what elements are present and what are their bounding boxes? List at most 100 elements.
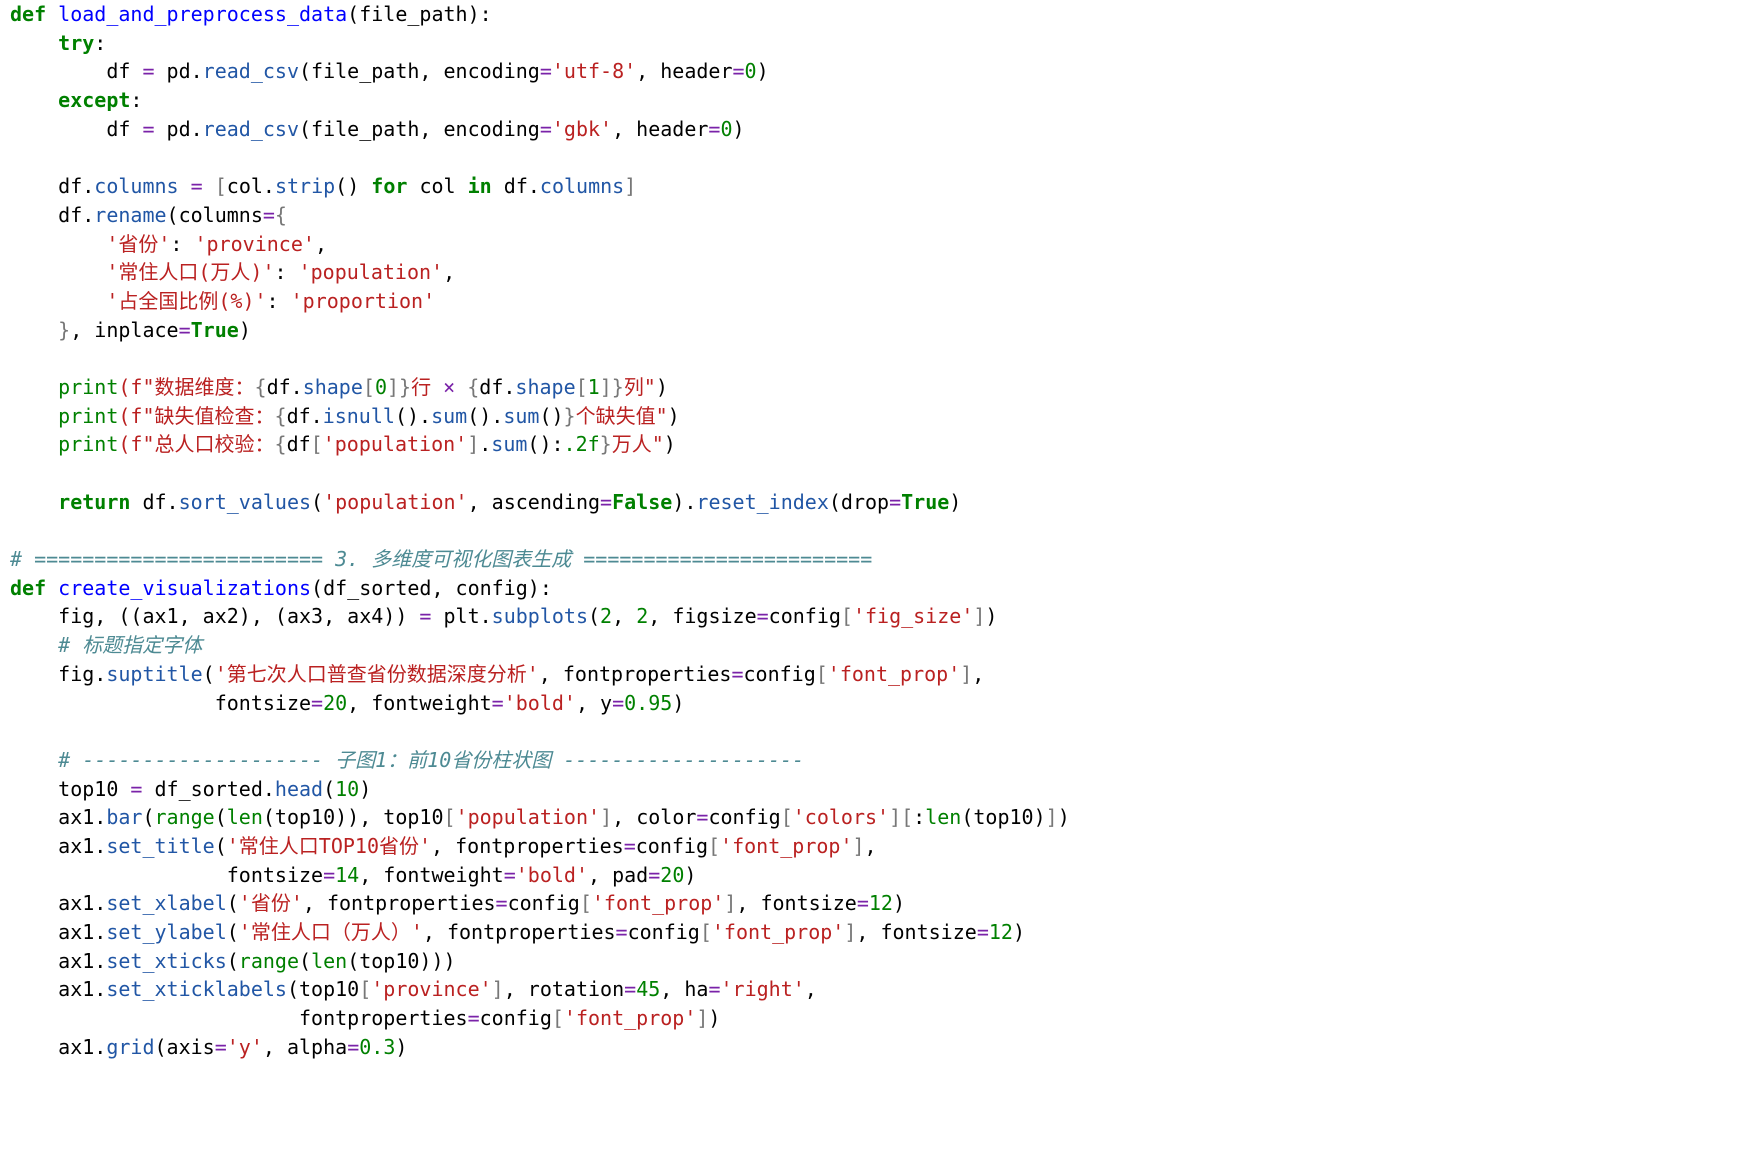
code-token: len bbox=[226, 805, 263, 830]
code-token: (). bbox=[467, 403, 504, 428]
code-token: = bbox=[976, 920, 989, 944]
code-token: sum bbox=[431, 403, 468, 428]
code-token: = bbox=[732, 59, 745, 84]
code-token: df. bbox=[491, 174, 540, 199]
code-line: df.columns = [col.strip() for col in df.… bbox=[10, 172, 1730, 201]
code-token: ( bbox=[311, 489, 324, 514]
code-token: df bbox=[10, 116, 143, 141]
code-token: ) bbox=[667, 403, 680, 428]
code-token: (file_path): bbox=[347, 2, 492, 26]
code-token: top10 bbox=[10, 776, 131, 801]
code-token: , fontproperties bbox=[431, 833, 624, 858]
code-token: (): bbox=[527, 432, 564, 457]
code-token: ) bbox=[672, 690, 685, 715]
code-token: ( bbox=[226, 891, 239, 916]
code-token: } bbox=[563, 403, 576, 428]
code-token: [ bbox=[579, 891, 592, 916]
code-token: head bbox=[274, 776, 324, 801]
code-token: , bbox=[612, 604, 637, 629]
code-token: ) bbox=[663, 432, 676, 457]
code-line: ax1.grid(axis='y', alpha=0.3) bbox=[10, 1033, 1730, 1062]
code-token: = bbox=[503, 862, 516, 887]
code-token: = bbox=[262, 202, 275, 227]
code-token: , y bbox=[575, 690, 613, 715]
code-token: shape bbox=[302, 374, 363, 399]
code-line: top10 = df_sorted.head(10) bbox=[10, 775, 1730, 804]
code-token: fontproperties bbox=[10, 1006, 468, 1031]
code-token: 0 bbox=[744, 59, 757, 84]
code-token: df. bbox=[130, 489, 179, 514]
code-token: : bbox=[130, 88, 143, 113]
code-line: '占全国比例(%)': 'proportion' bbox=[10, 287, 1730, 316]
code-token: 20 bbox=[660, 862, 685, 887]
code-token: = bbox=[495, 891, 508, 916]
code-token: ax1. bbox=[10, 805, 107, 830]
code-token: = bbox=[731, 661, 744, 686]
code-token: (top10))) bbox=[347, 948, 456, 973]
code-token: False bbox=[612, 489, 673, 514]
code-token: col. bbox=[226, 174, 275, 199]
code-token: = bbox=[142, 59, 155, 84]
code-token: [ bbox=[310, 432, 323, 457]
code-token: = bbox=[190, 174, 203, 199]
code-token: ] bbox=[960, 661, 973, 686]
code-line: def load_and_preprocess_data(file_path): bbox=[10, 0, 1730, 29]
code-token: col bbox=[407, 174, 468, 199]
code-token: rename bbox=[94, 202, 167, 227]
code-token: set_title bbox=[106, 833, 215, 858]
code-token: reset_index bbox=[696, 489, 829, 514]
code-token: = bbox=[214, 1034, 227, 1059]
code-token: 'right' bbox=[720, 977, 805, 1002]
code-line: fontproperties=config['font_prop']) bbox=[10, 1004, 1730, 1033]
code-token: (file_path, encoding bbox=[299, 116, 540, 141]
code-token: 行 bbox=[411, 374, 444, 399]
code-token: config bbox=[507, 891, 580, 916]
code-token: df. bbox=[10, 202, 95, 227]
code-line: fig, ((ax1, ax2), (ax3, ax4)) = plt.subp… bbox=[10, 602, 1730, 631]
code-token: ( bbox=[588, 604, 601, 629]
code-token: ( bbox=[323, 776, 336, 801]
code-token: print bbox=[58, 432, 119, 457]
code-token: 'font_prop' bbox=[827, 661, 961, 686]
code-token: } bbox=[599, 432, 612, 457]
code-token: 个缺失值" bbox=[575, 403, 668, 428]
code-token: in bbox=[467, 174, 492, 199]
code-token: = bbox=[491, 690, 504, 715]
code-token: try bbox=[58, 30, 95, 55]
code-token: (top10) bbox=[961, 805, 1046, 830]
code-line: ax1.set_ylabel('常住人口（万人）', fontpropertie… bbox=[10, 918, 1730, 947]
code-token: ax1. bbox=[10, 891, 107, 916]
code-token: ) bbox=[655, 374, 668, 399]
code-token: , color bbox=[612, 805, 697, 830]
code-token: ][ bbox=[889, 805, 914, 830]
code-token: = bbox=[615, 920, 628, 944]
code-token: ) bbox=[708, 1006, 721, 1031]
code-line: df.rename(columns={ bbox=[10, 201, 1730, 230]
code-token: set_ylabel bbox=[106, 920, 227, 944]
code-token: ] bbox=[1045, 805, 1058, 830]
code-token: : bbox=[913, 805, 926, 830]
code-token: ( bbox=[226, 948, 239, 973]
code-token: { bbox=[467, 374, 480, 399]
code-token: [ bbox=[840, 604, 853, 629]
code-token: = bbox=[856, 891, 869, 916]
code-token: ] bbox=[844, 920, 857, 944]
code-editor[interactable]: def load_and_preprocess_data(file_path):… bbox=[0, 0, 1744, 1174]
code-line: # ======================== 3. 多维度可视化图表生成… bbox=[10, 545, 1730, 574]
code-token: , pad bbox=[588, 862, 649, 887]
code-token: = bbox=[419, 604, 432, 629]
code-token: def bbox=[10, 575, 47, 600]
code-token: print bbox=[58, 374, 119, 399]
code-token: = bbox=[130, 776, 143, 801]
code-token: fig. bbox=[10, 661, 107, 686]
code-token: 10 bbox=[335, 776, 360, 801]
